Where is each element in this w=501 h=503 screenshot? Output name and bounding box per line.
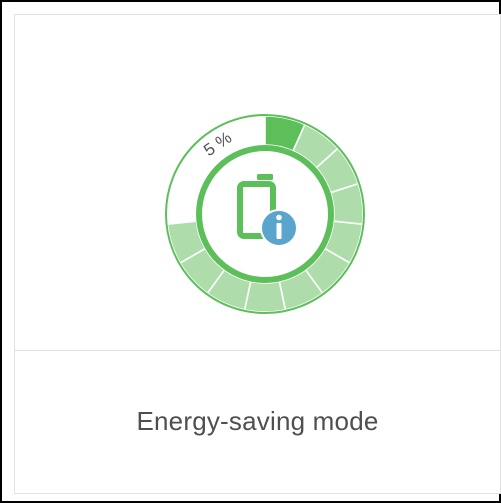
info-badge-dot	[276, 214, 282, 221]
tile-label: Energy-saving mode	[136, 406, 379, 436]
battery-icon-cap	[257, 174, 273, 180]
battery-gauge-svg: 5 %	[165, 114, 365, 314]
energy-saving-tile[interactable]: 5 % Energy-saving mode	[14, 14, 501, 494]
info-badge-stem	[276, 223, 282, 239]
tile-divider	[15, 350, 500, 351]
gauge-inner-ring	[196, 145, 334, 283]
gauge-segment	[243, 280, 287, 313]
battery-gauge: 5 %	[159, 108, 371, 320]
